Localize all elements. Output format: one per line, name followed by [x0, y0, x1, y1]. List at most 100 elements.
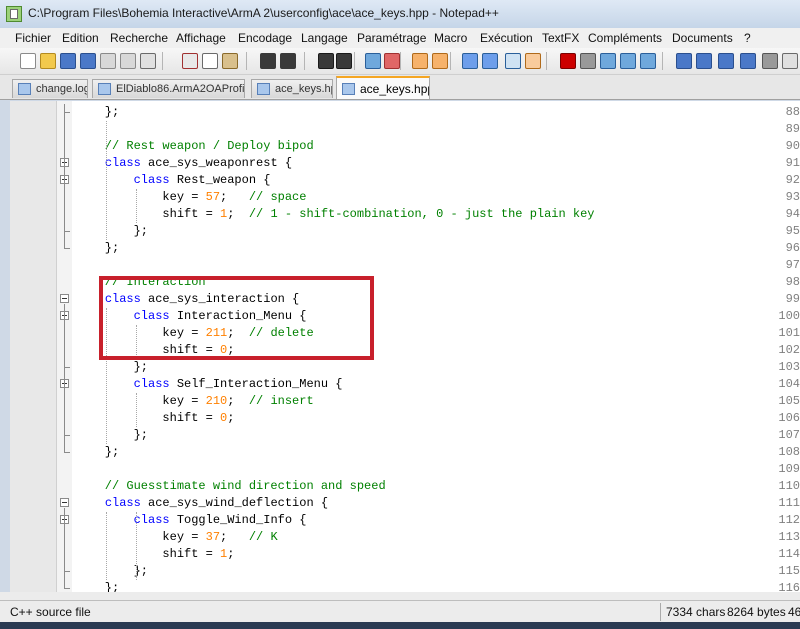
code-text: class Self_Interaction_Menu {: [76, 377, 343, 391]
show-all-chars-icon[interactable]: [482, 53, 498, 69]
new-file-icon[interactable]: [20, 53, 36, 69]
up-arrow-icon[interactable]: [696, 53, 712, 69]
code-token: Self_Interaction_Menu {: [169, 377, 343, 391]
first-arrow-icon[interactable]: [676, 53, 692, 69]
close-icon[interactable]: [100, 53, 116, 69]
line-number: 96: [785, 241, 800, 255]
code-line: 103 };: [10, 359, 800, 376]
toolbar-separator: [546, 52, 547, 70]
menu-item[interactable]: TextFX: [542, 31, 579, 45]
word-wrap-icon[interactable]: [462, 53, 478, 69]
play-macro-icon[interactable]: [600, 53, 616, 69]
menu-item[interactable]: Edition: [62, 31, 99, 45]
code-line: 107 };: [10, 427, 800, 444]
zoom-out-icon[interactable]: [384, 53, 400, 69]
code-text: };: [76, 581, 119, 592]
zoom-in-icon[interactable]: [365, 53, 381, 69]
replace-icon[interactable]: [336, 53, 352, 69]
status-trail: 46: [788, 605, 800, 619]
status-chars: 7334 chars: [666, 605, 726, 619]
fold-toggle-icon[interactable]: [60, 498, 69, 507]
play-macro-multiple-icon[interactable]: [620, 53, 636, 69]
fold-tree-line: [64, 389, 65, 435]
undo-icon[interactable]: [260, 53, 276, 69]
fold-end-mark: [64, 112, 70, 113]
code-token: // space: [248, 190, 307, 204]
indent-guide: [136, 393, 138, 427]
close-all-icon[interactable]: [120, 53, 136, 69]
horizontal-scrollbar[interactable]: [0, 592, 800, 600]
code-token: class: [104, 156, 141, 170]
tab-eldiablo86-arma2oaprofile[interactable]: ElDiablo86.ArmA2OAProfile: [92, 79, 245, 98]
menu-item[interactable]: Exécution: [480, 31, 533, 45]
save-icon[interactable]: [60, 53, 76, 69]
menu-item[interactable]: Fichier: [15, 31, 51, 45]
menu-item[interactable]: Encodage: [238, 31, 292, 45]
tab-change-log[interactable]: change.log: [12, 79, 88, 98]
code-token: // Guesstimate wind direction and speed: [76, 479, 386, 493]
code-token: ;: [227, 547, 235, 561]
redo-icon[interactable]: [280, 53, 296, 69]
line-number: 101: [778, 326, 800, 340]
fold-toggle-icon[interactable]: [60, 294, 69, 303]
menu-item[interactable]: Compléments: [588, 31, 662, 45]
line-number: 102: [778, 343, 800, 357]
menu-bar: Fichier Edition Recherche Affichage Encodage…: [0, 28, 800, 49]
copy-icon[interactable]: [202, 53, 218, 69]
menu-item[interactable]: Recherche: [110, 31, 168, 45]
paste-icon[interactable]: [222, 53, 238, 69]
line-number: 115: [778, 564, 800, 578]
sync-horizontal-icon[interactable]: [432, 53, 448, 69]
cut-icon[interactable]: [182, 53, 198, 69]
code-text: };: [76, 105, 119, 119]
code-text: // Guesstimate wind direction and speed: [76, 479, 386, 493]
spellcheck-icon[interactable]: [782, 53, 798, 69]
toolbar-separator: [450, 52, 451, 70]
toolbar-separator: [162, 52, 163, 70]
open-file-icon[interactable]: [40, 53, 56, 69]
status-language: C++ source file: [10, 605, 91, 619]
code-token: // K: [248, 530, 278, 544]
code-line: 110 // Guesstimate wind direction and sp…: [10, 478, 800, 495]
code-token: 57: [205, 190, 221, 204]
fold-tree-line: [64, 321, 65, 367]
last-arrow-icon[interactable]: [740, 53, 756, 69]
line-number: 116: [778, 581, 800, 592]
print-icon[interactable]: [140, 53, 156, 69]
menu-item[interactable]: Macro: [434, 31, 467, 45]
code-text: class ace_sys_weaponrest {: [76, 156, 292, 170]
code-token: };: [76, 224, 149, 238]
menu-item[interactable]: Langage: [301, 31, 348, 45]
code-token: ;: [220, 190, 249, 204]
find-icon[interactable]: [318, 53, 334, 69]
tab-ace-keys-hpp[interactable]: ace_keys.hpp: [336, 76, 430, 99]
line-number: 113: [778, 530, 800, 544]
menu-item[interactable]: Paramétrage: [357, 31, 426, 45]
toolbar-separator: [354, 52, 355, 70]
menu-item[interactable]: Affichage: [176, 31, 226, 45]
sync-vertical-icon[interactable]: [412, 53, 428, 69]
menu-item[interactable]: Documents: [672, 31, 733, 45]
record-macro-icon[interactable]: [560, 53, 576, 69]
fold-tree-line: [64, 185, 65, 231]
save-all-icon[interactable]: [80, 53, 96, 69]
code-token: shift =: [76, 207, 221, 221]
code-token: key =: [76, 530, 206, 544]
print-now-icon[interactable]: [762, 53, 778, 69]
code-text: };: [76, 241, 119, 255]
notepadpp-app-icon[interactable]: [6, 6, 22, 22]
code-text: shift = 1;: [76, 547, 234, 561]
menu-item[interactable]: ?: [744, 31, 751, 45]
down-arrow-icon[interactable]: [718, 53, 734, 69]
document-tab-bar: change.log ElDiablo86.ArmA2OAProfile ace_k…: [0, 75, 800, 100]
user-lang-icon[interactable]: [525, 53, 541, 69]
code-line: 95 };: [10, 223, 800, 240]
line-number: 94: [785, 207, 800, 221]
indent-guide-icon[interactable]: [505, 53, 521, 69]
save-macro-icon[interactable]: [640, 53, 656, 69]
stop-macro-icon[interactable]: [580, 53, 596, 69]
code-line: 109: [10, 461, 800, 478]
tab-ace-keys-hpp[interactable]: ace_keys.hpp: [251, 79, 333, 98]
